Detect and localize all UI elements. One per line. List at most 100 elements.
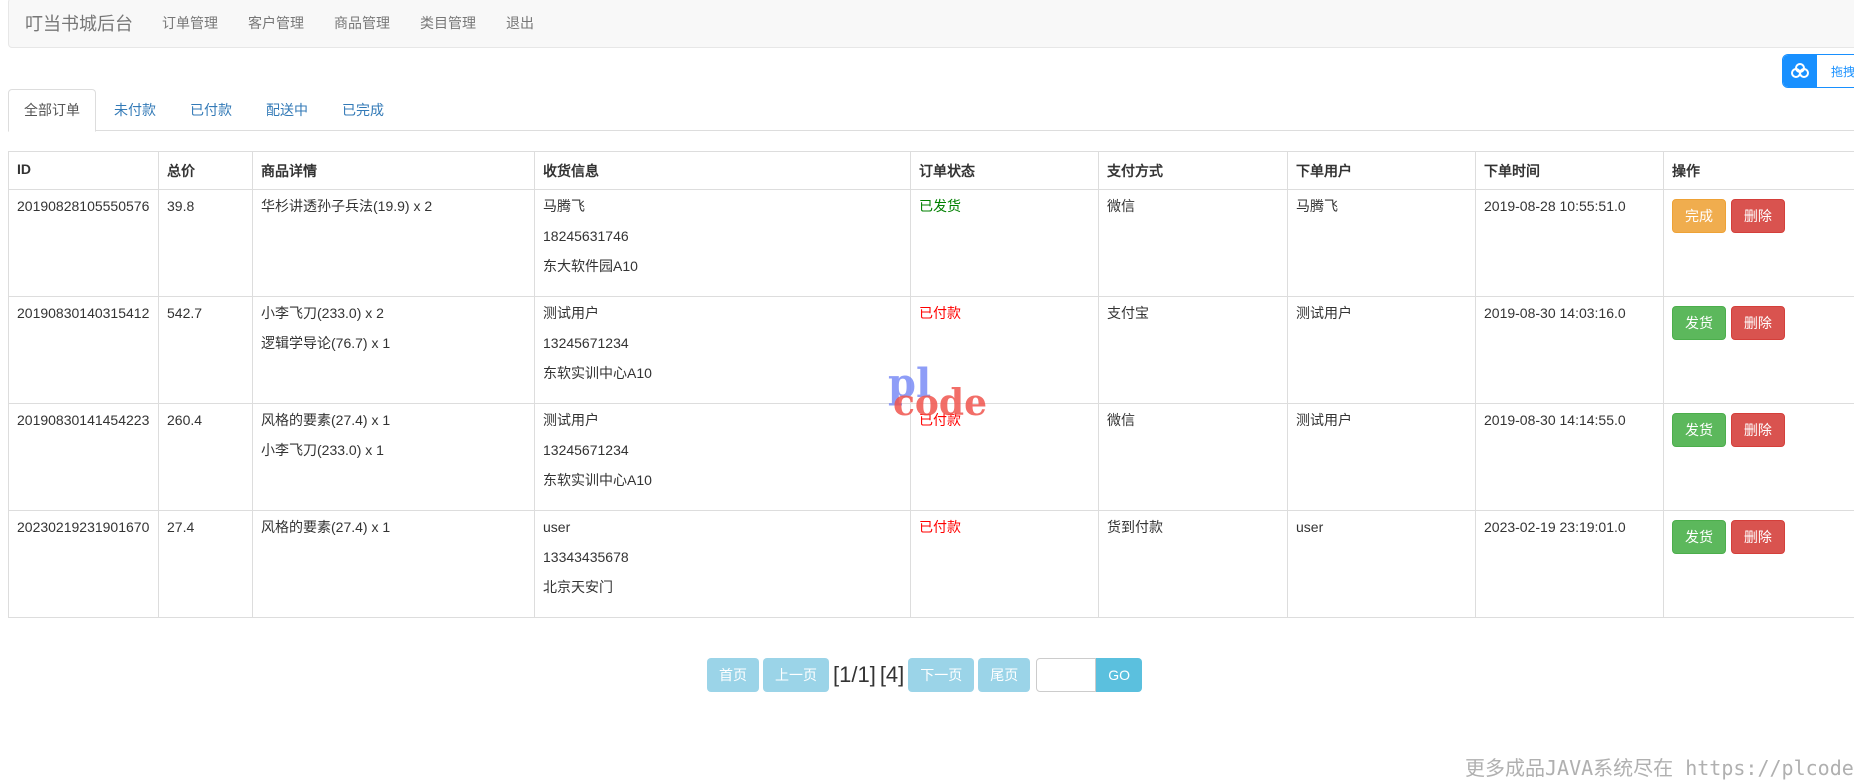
order-time: 2019-08-30 14:03:16.0 <box>1475 296 1664 404</box>
order-item: 逻辑学导论(76.7) x 1 <box>261 335 391 351</box>
column-header-user: 下单用户 <box>1287 151 1476 190</box>
table-row: 20190828105550576 39.8 华杉讲透孙子兵法(19.9) x … <box>8 189 1854 297</box>
order-id: 20230219231901670 <box>8 510 159 618</box>
order-actions: 发货 删除 <box>1663 403 1854 511</box>
delete-button[interactable]: 删除 <box>1730 520 1785 554</box>
order-items: 小李飞刀(233.0) x 2 逻辑学导论(76.7) x 1 <box>252 296 535 404</box>
column-header-status: 订单状态 <box>910 151 1099 190</box>
payment-method: 微信 <box>1098 189 1288 297</box>
go-button[interactable]: GO <box>1096 658 1143 692</box>
receiver-name: 测试用户 <box>543 412 599 428</box>
tab-completed[interactable]: 已完成 <box>326 89 400 131</box>
delete-button[interactable]: 删除 <box>1730 199 1785 233</box>
order-status: 已付款 <box>910 510 1099 618</box>
receiver-name: 测试用户 <box>543 305 599 321</box>
top-navbar: 叮当书城后台 订单管理 客户管理 商品管理 类目管理 退出 <box>8 0 1854 48</box>
receiver-info: 马腾飞 18245631746 东大软件园A10 <box>534 189 911 297</box>
receiver-phone: 13343435678 <box>543 549 629 565</box>
order-id: 20190828105550576 <box>8 189 159 297</box>
complete-button[interactable]: 完成 <box>1672 199 1726 233</box>
order-total: 27.4 <box>158 510 253 618</box>
ship-button[interactable]: 发货 <box>1672 413 1726 447</box>
prev-page-button[interactable]: 上一页 <box>763 658 829 692</box>
column-header-items: 商品详情 <box>252 151 535 190</box>
column-header-payment: 支付方式 <box>1098 151 1288 190</box>
receiver-info: 测试用户 13245671234 东软实训中心A10 <box>534 296 911 404</box>
order-total: 39.8 <box>158 189 253 297</box>
brand-title[interactable]: 叮当书城后台 <box>9 10 133 36</box>
order-items: 风格的要素(27.4) x 1 小李飞刀(233.0) x 1 <box>252 403 535 511</box>
order-item: 小李飞刀(233.0) x 1 <box>261 442 384 458</box>
order-item: 风格的要素(27.4) x 1 <box>261 519 391 535</box>
column-header-id: ID <box>8 151 159 190</box>
table-row: 20230219231901670 27.4 风格的要素(27.4) x 1 u… <box>8 510 1854 618</box>
order-items: 华杉讲透孙子兵法(19.9) x 2 <box>252 189 535 297</box>
order-id: 20190830140315412 <box>8 296 159 404</box>
order-user: 测试用户 <box>1287 296 1476 404</box>
ship-button[interactable]: 发货 <box>1672 306 1726 340</box>
nav-logout[interactable]: 退出 <box>491 13 549 33</box>
pagination: 首页 上一页 [1/1] [4] 下一页 尾页 GO <box>707 658 1143 692</box>
ship-button[interactable]: 发货 <box>1672 520 1726 554</box>
receiver-address: 东软实训中心A10 <box>543 365 652 381</box>
receiver-phone: 13245671234 <box>543 335 629 351</box>
nav-order-management[interactable]: 订单管理 <box>147 13 233 33</box>
page-indicator: [1/1] <box>833 662 876 687</box>
order-actions: 发货 删除 <box>1663 296 1854 404</box>
receiver-address: 北京天安门 <box>543 579 613 595</box>
order-actions: 完成 删除 <box>1663 189 1854 297</box>
total-count: [4] <box>879 662 905 687</box>
order-time: 2019-08-28 10:55:51.0 <box>1475 189 1664 297</box>
payment-method: 货到付款 <box>1098 510 1288 618</box>
receiver-phone: 18245631746 <box>543 228 629 244</box>
receiver-address: 东软实训中心A10 <box>543 472 652 488</box>
column-header-total: 总价 <box>158 151 253 190</box>
order-item: 风格的要素(27.4) x 1 <box>261 412 391 428</box>
order-status-tabs: 全部订单 未付款 已付款 配送中 已完成 <box>8 89 1854 132</box>
order-status: 已发货 <box>910 189 1099 297</box>
receiver-phone: 13245671234 <box>543 442 629 458</box>
column-header-time: 下单时间 <box>1475 151 1664 190</box>
watermark-logo-bottom: code <box>893 382 988 424</box>
column-header-actions: 操作 <box>1663 151 1854 190</box>
delete-button[interactable]: 删除 <box>1730 413 1785 447</box>
next-page-button[interactable]: 下一页 <box>908 658 975 692</box>
cloud-widget-label: 拖拽 <box>1831 64 1854 79</box>
receiver-address: 东大软件园A10 <box>543 258 638 274</box>
column-header-receiver: 收货信息 <box>534 151 911 190</box>
first-page-button[interactable]: 首页 <box>707 658 759 692</box>
tab-all-orders[interactable]: 全部订单 <box>8 89 96 132</box>
order-item: 小李飞刀(233.0) x 2 <box>261 305 384 321</box>
order-time: 2019-08-30 14:14:55.0 <box>1475 403 1664 511</box>
order-time: 2023-02-19 23:19:01.0 <box>1475 510 1664 618</box>
nav-category-management[interactable]: 类目管理 <box>405 13 491 33</box>
receiver-info: user 13343435678 北京天安门 <box>534 510 911 618</box>
order-item: 华杉讲透孙子兵法(19.9) x 2 <box>261 198 433 214</box>
order-total: 260.4 <box>158 403 253 511</box>
tab-shipping[interactable]: 配送中 <box>250 89 324 131</box>
order-actions: 发货 删除 <box>1663 510 1854 618</box>
last-page-button[interactable]: 尾页 <box>978 658 1031 692</box>
nav-product-management[interactable]: 商品管理 <box>319 13 405 33</box>
table-header-row: ID 总价 商品详情 收货信息 订单状态 支付方式 下单用户 下单时间 操作 <box>8 151 1854 190</box>
tab-paid[interactable]: 已付款 <box>174 89 248 131</box>
order-user: user <box>1287 510 1476 618</box>
tab-unpaid[interactable]: 未付款 <box>98 89 172 131</box>
payment-method: 微信 <box>1098 403 1288 511</box>
order-items: 风格的要素(27.4) x 1 <box>252 510 535 618</box>
cloud-icon <box>1783 55 1817 87</box>
order-user: 测试用户 <box>1287 403 1476 511</box>
watermark-footer: 更多成品JAVA系统尽在 https://plcode.vip <box>1465 756 1854 780</box>
order-total: 542.7 <box>158 296 253 404</box>
receiver-name: 马腾飞 <box>543 198 585 214</box>
watermark-logo: pl code <box>884 360 988 428</box>
order-user: 马腾飞 <box>1287 189 1476 297</box>
order-id: 20190830141454223 <box>8 403 159 511</box>
receiver-name: user <box>543 519 571 535</box>
delete-button[interactable]: 删除 <box>1730 306 1785 340</box>
cloud-drag-widget[interactable]: 拖拽 <box>1782 54 1854 88</box>
nav-customer-management[interactable]: 客户管理 <box>233 13 319 33</box>
page-number-input[interactable] <box>1036 658 1097 692</box>
receiver-info: 测试用户 13245671234 东软实训中心A10 <box>534 403 911 511</box>
payment-method: 支付宝 <box>1098 296 1288 404</box>
